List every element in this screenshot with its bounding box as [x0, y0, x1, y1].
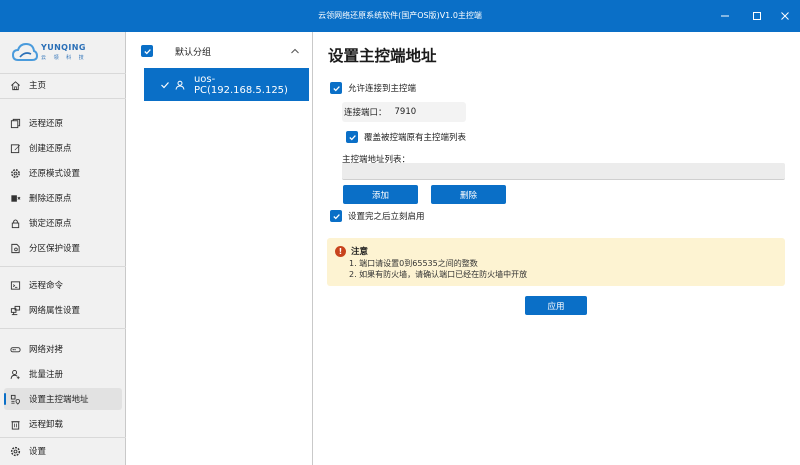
sidebar-item-create-restore-point[interactable]: 创建还原点	[4, 137, 122, 159]
maximize-button[interactable]	[742, 0, 772, 32]
port-input[interactable]: 7910	[395, 107, 417, 117]
copy-icon	[9, 117, 21, 129]
sidebar-item-label: 创建还原点	[29, 144, 72, 154]
sidebar-item-home[interactable]: 主页	[4, 74, 122, 96]
sidebar-item-label: 锁定还原点	[29, 219, 72, 229]
check-icon	[332, 213, 340, 219]
sidebar-item-restore-mode[interactable]: 还原模式设置	[4, 162, 122, 184]
cloud-logo-icon	[12, 42, 38, 61]
sidebar-item-label: 远程还原	[29, 119, 64, 129]
network-icon	[9, 304, 21, 316]
title-bar: 云领网络还原系统软件(国产OS版)V1.0主控端	[0, 0, 800, 32]
allow-connect-option[interactable]: 允许连接到主控端	[330, 82, 416, 94]
port-field[interactable]: 连接端口： 7910	[342, 102, 466, 122]
sidebar-item-label: 远程卸载	[29, 420, 64, 430]
sidebar-item-label: 主页	[29, 81, 47, 91]
sidebar-item-label: 还原模式设置	[29, 169, 81, 179]
sidebar-item-remote-uninstall[interactable]: 远程卸载	[4, 413, 122, 435]
sidebar-item-label: 网络属性设置	[29, 306, 81, 316]
sidebar-item-label: 删除还原点	[29, 194, 72, 204]
brand-subtitle: 云 领 科 技	[41, 55, 87, 61]
user-icon	[175, 80, 185, 90]
allow-connect-checkbox[interactable]	[330, 82, 342, 94]
notice-line: 2. 如果有防火墙，请确认端口已经在防火墙中开放	[349, 270, 528, 279]
check-icon	[348, 134, 356, 140]
delete-icon	[9, 192, 21, 204]
sidebar-item-lock-restore-point[interactable]: 锁定还原点	[4, 212, 122, 234]
group-checkbox[interactable]	[141, 45, 153, 57]
port-label: 连接端口：	[344, 108, 387, 118]
home-icon	[9, 79, 21, 91]
close-button[interactable]	[770, 0, 800, 32]
close-icon	[781, 12, 789, 20]
notice-line: 1. 端口请设置0到65535之间的整数	[349, 259, 478, 268]
allow-connect-label: 允许连接到主控端	[348, 84, 417, 94]
sidebar-item-remote-restore[interactable]: 远程还原	[4, 112, 122, 134]
address-icon	[9, 393, 21, 405]
main-panel: 设置主控端地址 允许连接到主控端 连接端口： 7910 覆盖被控端原有主控端列表…	[314, 32, 800, 465]
active-indicator	[4, 393, 6, 405]
add-button[interactable]: 添加	[343, 185, 418, 204]
gear-icon	[9, 167, 21, 179]
sidebar: YUNQING 云 领 科 技 主页 远程还原 创建还原点 还原模式设置 删除还…	[0, 32, 126, 465]
trash-icon	[9, 418, 21, 430]
delete-button[interactable]: 删除	[431, 185, 506, 204]
sidebar-item-delete-restore-point[interactable]: 删除还原点	[4, 187, 122, 209]
sidebar-divider	[0, 328, 126, 329]
sidebar-item-label: 分区保护设置	[29, 244, 81, 254]
maximize-icon	[753, 12, 761, 20]
apply-button[interactable]: 应用	[525, 296, 587, 315]
sidebar-item-network-properties[interactable]: 网络属性设置	[4, 299, 122, 321]
minimize-icon	[721, 15, 729, 17]
sidebar-item-set-master-address[interactable]: 设置主控端地址	[4, 388, 122, 410]
device-group-panel: 默认分组 uos-PC(192.168.5.125)	[127, 32, 313, 465]
sidebar-item-label: 设置	[29, 447, 47, 457]
notice-box: ! 注意 1. 端口请设置0到65535之间的整数 2. 如果有防火墙，请确认端…	[327, 238, 785, 286]
overwrite-option[interactable]: 覆盖被控端原有主控端列表	[346, 131, 466, 143]
sidebar-item-batch-register[interactable]: 批量注册	[4, 363, 122, 385]
device-row[interactable]: uos-PC(192.168.5.125)	[144, 68, 309, 101]
sidebar-divider	[0, 266, 126, 267]
shield-doc-icon	[9, 242, 21, 254]
notice-title: 注意	[351, 247, 369, 257]
page-title: 设置主控端地址	[328, 47, 437, 65]
group-name: 默认分组	[175, 47, 212, 58]
settings-icon	[9, 445, 21, 457]
sidebar-item-label: 远程命令	[29, 281, 64, 291]
minimize-button[interactable]	[710, 0, 740, 32]
lock-icon	[9, 217, 21, 229]
device-name: uos-PC(192.168.5.125)	[193, 73, 288, 96]
overwrite-checkbox[interactable]	[346, 131, 358, 143]
logo: YUNQING 云 领 科 技	[12, 40, 112, 66]
terminal-icon	[9, 279, 21, 291]
apply-immediately-option[interactable]: 设置完之后立刻启用	[330, 210, 425, 222]
sidebar-divider	[0, 98, 126, 99]
address-list[interactable]	[342, 163, 785, 180]
sidebar-item-partition-protection[interactable]: 分区保护设置	[4, 237, 122, 259]
overwrite-label: 覆盖被控端原有主控端列表	[364, 133, 467, 143]
sidebar-item-label: 批量注册	[29, 370, 64, 380]
check-icon	[161, 81, 169, 88]
edit-icon	[9, 142, 21, 154]
user-add-icon	[9, 368, 21, 380]
sidebar-divider	[0, 437, 126, 438]
check-icon	[143, 48, 151, 54]
sidebar-item-label: 网络对拷	[29, 345, 64, 355]
warning-icon: !	[335, 246, 346, 257]
sidebar-item-network-copy[interactable]: 网络对拷	[4, 338, 122, 360]
sidebar-item-label: 设置主控端地址	[29, 395, 89, 405]
sidebar-item-settings[interactable]: 设置	[4, 440, 122, 462]
drive-icon	[9, 343, 21, 355]
window-title: 云领网络还原系统软件(国产OS版)V1.0主控端	[318, 11, 482, 20]
group-header[interactable]: 默认分组	[141, 42, 301, 60]
apply-immediately-checkbox[interactable]	[330, 210, 342, 222]
chevron-up-icon[interactable]	[289, 45, 301, 57]
apply-immediately-label: 设置完之后立刻启用	[348, 212, 425, 222]
check-icon	[332, 85, 340, 91]
brand-name: YUNQING	[41, 43, 86, 52]
sidebar-item-remote-command[interactable]: 远程命令	[4, 274, 122, 296]
